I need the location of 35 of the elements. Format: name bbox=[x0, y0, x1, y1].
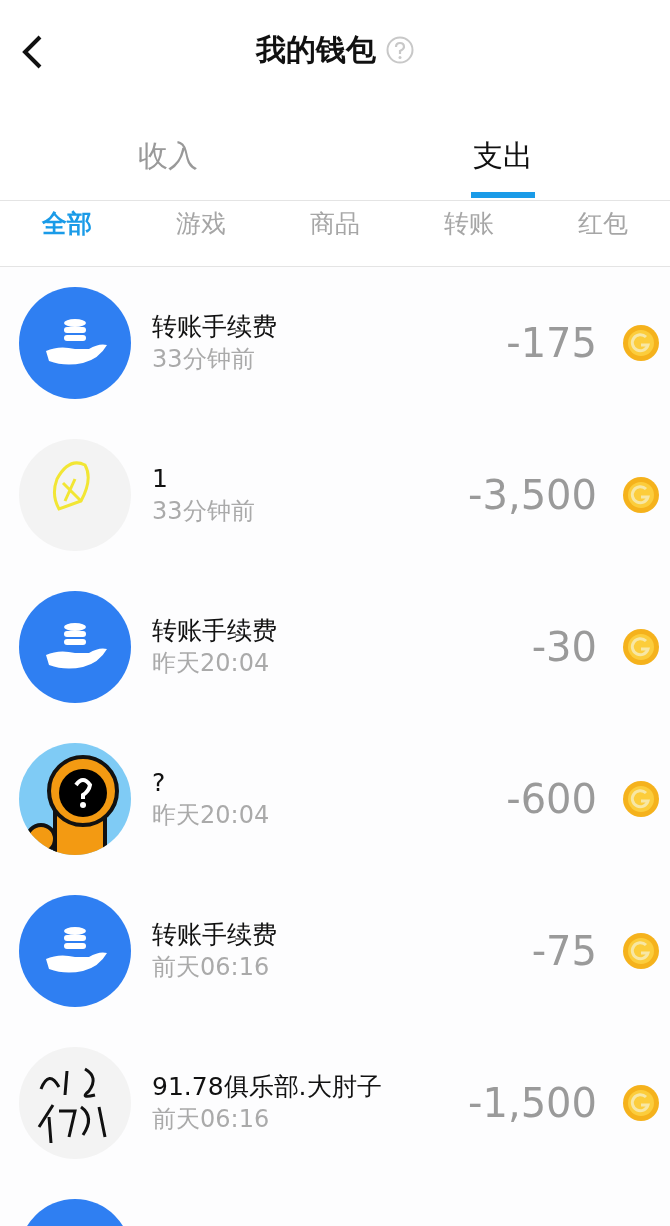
transaction-amount: -600 bbox=[506, 776, 597, 822]
transaction-amount: -75 bbox=[531, 928, 597, 974]
coin-icon bbox=[622, 780, 660, 818]
transaction-amount: -3,500 bbox=[468, 472, 597, 518]
transaction-time: 33分钟前 bbox=[152, 344, 255, 375]
filter-tab[interactable]: 红包 bbox=[578, 201, 628, 247]
filter-tab[interactable]: 转账 bbox=[444, 201, 494, 247]
transaction-amount: -1,500 bbox=[468, 1080, 597, 1126]
filter-tab[interactable]: 商品 bbox=[310, 201, 360, 247]
tab[interactable]: 收入 bbox=[135, 100, 200, 198]
transaction-time: 33分钟前 bbox=[152, 496, 255, 527]
transaction-time: 昨天20:04 bbox=[152, 648, 270, 679]
coin-icon bbox=[622, 324, 660, 362]
hand-coins-icon bbox=[19, 287, 131, 399]
transaction-title: 1 bbox=[152, 463, 168, 495]
transaction-time: 昨天20:04 bbox=[152, 800, 270, 831]
transaction-title: 转账手续费 bbox=[152, 615, 277, 647]
filter-tab[interactable]: 游戏 bbox=[176, 201, 226, 247]
filter-tab[interactable]: 全部 bbox=[42, 201, 92, 247]
coin-icon bbox=[622, 1084, 660, 1122]
transaction-title: ? bbox=[152, 767, 166, 799]
hand-coins-icon bbox=[19, 591, 131, 703]
transaction-time: 前天06:16 bbox=[152, 952, 270, 983]
transaction-title: 转账手续费 bbox=[152, 919, 277, 951]
coin-icon bbox=[622, 476, 660, 514]
hand-coins-icon bbox=[19, 895, 131, 1007]
transaction-time: 前天06:16 bbox=[152, 1104, 270, 1135]
coin-icon bbox=[622, 628, 660, 666]
tab[interactable]: 支出 bbox=[470, 100, 535, 198]
transaction-amount: -175 bbox=[506, 320, 597, 366]
transaction-amount: -30 bbox=[531, 624, 597, 670]
transaction-title: 91.78俱乐部.大肘子 bbox=[152, 1071, 382, 1103]
transaction-title: 转账手续费 bbox=[152, 311, 277, 343]
coin-icon bbox=[622, 932, 660, 970]
page-title: 我的钱包 bbox=[256, 30, 376, 69]
